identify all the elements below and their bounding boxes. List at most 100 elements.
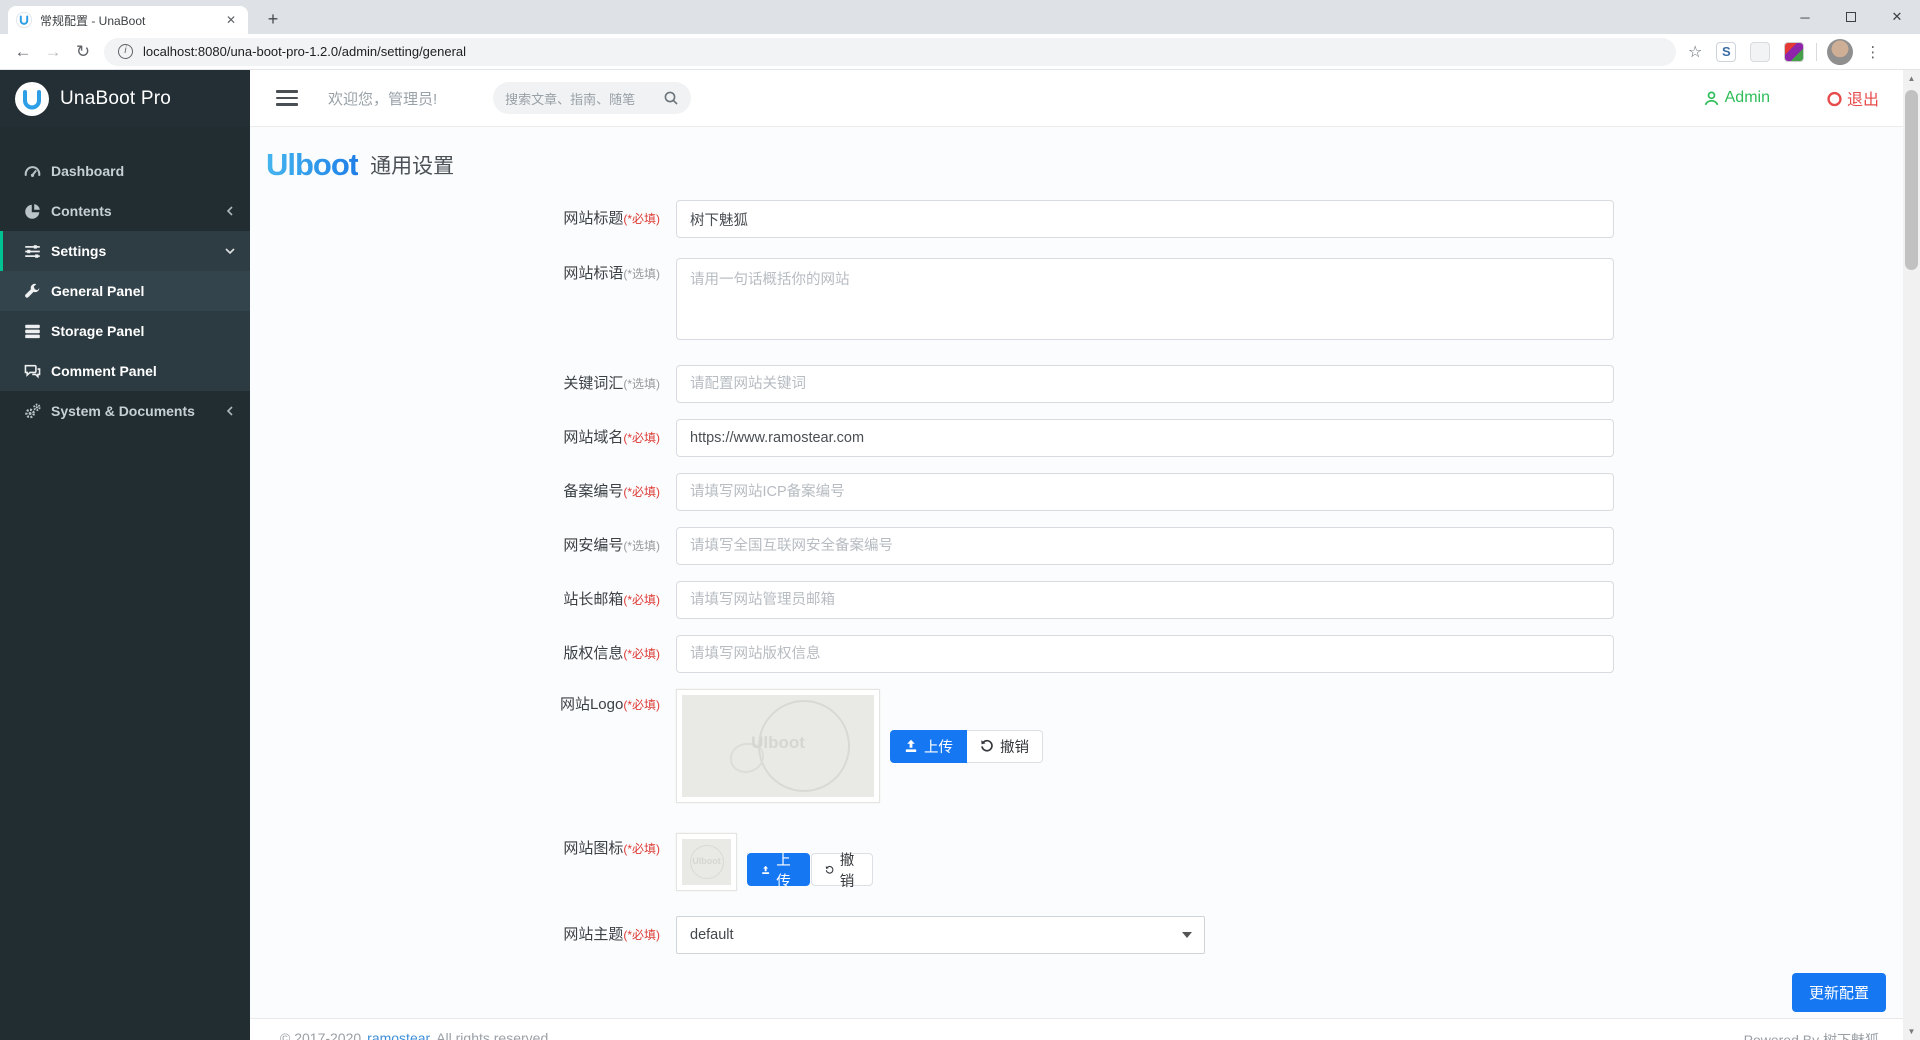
site-title-input[interactable] [676,200,1614,238]
window-minimize-button[interactable]: ─ [1782,0,1828,34]
power-icon [1827,91,1842,106]
site-slogan-textarea[interactable] [676,258,1614,340]
undo-icon [981,739,993,752]
search-placeholder: 搜索文章、指南、随笔 [505,91,636,107]
icp-number-input[interactable] [676,473,1614,511]
select-caret-icon [1182,932,1192,938]
favicon-upload-button[interactable]: 上传 [747,853,810,890]
comments-icon [24,364,41,379]
sidebar-item-settings[interactable]: Settings [0,231,250,271]
logout-link[interactable]: 退出 [1826,86,1879,110]
reload-button[interactable]: ↻ [68,42,98,62]
unaboot-favicon-icon [16,12,32,28]
form-row-icp: 备案编号(*必填) [266,473,1903,511]
hamburger-menu-icon[interactable] [276,86,298,110]
extension-icon[interactable] [1784,41,1805,62]
form-row-email: 站长邮箱(*必填) [266,581,1903,619]
welcome-text: 欢迎您，管理员! [328,90,438,108]
sidebar-item-system-documents[interactable]: System & Documents [0,391,250,431]
browser-tab[interactable]: 常规配置 - UnaBoot ✕ [8,6,248,34]
unaboot-logo-icon [15,81,49,116]
window-restore-button[interactable] [1828,0,1874,34]
form-row-copyright: 版权信息(*必填) [266,635,1903,673]
settings-content: Ulboot 通用设置 网站标题(*必填) 网站标语(*选填) 关键词汇(*选填… [250,127,1903,1012]
sidebar-item-storage-panel[interactable]: Storage Panel [0,311,250,351]
sidebar-item-general-panel[interactable]: General Panel [0,271,250,311]
logo-undo-button[interactable]: 撤销 [967,729,1043,763]
server-icon [25,324,40,338]
theme-select[interactable]: default [676,916,1205,954]
powered-by-text: Powered By 树下魅狐 [1743,1032,1879,1040]
copyright-input[interactable] [676,635,1614,673]
upload-icon [905,739,917,752]
unaboot-wordmark: Ulboot [266,147,359,182]
pie-chart-icon [25,203,40,219]
extension-icon[interactable] [1750,41,1771,62]
logo-upload-button[interactable]: 上传 [890,729,967,763]
browser-menu-icon[interactable]: ⋮ [1865,43,1880,61]
form-row-keywords: 关键词汇(*选填) [266,365,1903,403]
upload-icon [762,865,770,874]
user-icon [1704,90,1718,105]
main-panel: 欢迎您，管理员! 搜索文章、指南、随笔 Admin 退出 Ulboot 通用设置… [250,70,1903,1040]
window-close-button[interactable]: ✕ [1874,0,1920,34]
brand[interactable]: UnaBoot Pro [0,70,250,127]
app-header: 欢迎您，管理员! 搜索文章、指南、随笔 Admin 退出 [250,70,1903,127]
new-tab-button[interactable]: + [260,7,286,33]
brand-name: UnaBoot Pro [60,87,171,109]
scroll-up-icon[interactable]: ▲ [1903,70,1920,87]
form-row-theme: 网站主题(*必填) default [266,916,1903,954]
sidebar-item-dashboard[interactable]: Dashboard [0,151,250,191]
footer: © 2017-2020 ramostear All rights reserved … [250,1018,1903,1040]
site-keywords-input[interactable] [676,365,1614,403]
gears-icon [25,403,41,418]
update-config-button[interactable]: 更新配置 [1791,973,1886,1012]
gauge-icon [24,165,41,177]
search-icon[interactable] [663,90,679,106]
logo-watermark: Ulboot [751,733,805,752]
address-toolbar: ← → ↻ i localhost:8080/una-boot-pro-1.2.… [0,34,1920,70]
chevron-left-icon [226,406,233,416]
tab-title: 常规配置 - UnaBoot [40,13,146,28]
form-row-site-title: 网站标题(*必填) [266,200,1903,238]
toolbar-divider [1816,42,1818,61]
page-title: 通用设置 [370,155,455,178]
address-bar[interactable]: i localhost:8080/una-boot-pro-1.2.0/admi… [104,37,1676,66]
wrench-icon [25,283,40,298]
security-number-input[interactable] [676,527,1614,565]
form-row-favicon: 网站图标(*必填) Ulboot 上传 撤销 [266,833,1903,891]
back-button[interactable]: ← [8,42,38,62]
webmaster-email-input[interactable] [676,581,1614,619]
sidebar-item-comment-panel[interactable]: Comment Panel [0,351,250,391]
chevron-down-icon [225,248,235,255]
form-row-logo: 网站Logo(*必填) Ulboot 上传 撤销 [266,689,1903,803]
sliders-icon [25,244,40,258]
search-input[interactable]: 搜索文章、指南、随笔 [493,82,692,114]
site-favicon-preview: Ulboot [676,833,737,891]
admin-account-link[interactable]: Admin [1703,89,1770,107]
form-row-security: 网安编号(*选填) [266,527,1903,565]
tab-close-icon[interactable]: ✕ [222,13,240,27]
sidebar-item-contents[interactable]: Contents [0,191,250,231]
copyright-text: © 2017-2020 [280,1030,362,1040]
favicon-undo-button[interactable]: 撤销 [810,853,873,890]
chevron-left-icon [226,206,233,216]
site-logo-preview: Ulboot [676,689,880,803]
favicon-watermark: Ulboot [692,856,721,866]
bookmark-star-icon[interactable]: ☆ [1688,42,1702,62]
extension-icon[interactable]: S [1716,41,1737,62]
forward-button[interactable]: → [38,42,68,62]
profile-avatar[interactable] [1827,38,1854,65]
scroll-down-icon[interactable]: ▼ [1903,1023,1920,1040]
form-row-slogan: 网站标语(*选填) [266,258,1903,345]
general-settings-form: 网站标题(*必填) 网站标语(*选填) 关键词汇(*选填) 网站域名(*必填) [266,200,1903,1012]
site-domain-input[interactable] [676,419,1614,457]
tab-strip: 常规配置 - UnaBoot ✕ + ─ ✕ [0,0,1920,34]
url-text: localhost:8080/una-boot-pro-1.2.0/admin/… [143,44,467,59]
scrollbar-thumb[interactable] [1905,90,1918,270]
page-scrollbar[interactable]: ▲ ▼ [1903,70,1920,1040]
form-row-domain: 网站域名(*必填) [266,419,1903,457]
sidebar: UnaBoot Pro Dashboard Contents Settings … [0,70,250,1040]
footer-link[interactable]: ramostear [367,1030,430,1040]
page-info-icon[interactable]: i [118,44,133,59]
